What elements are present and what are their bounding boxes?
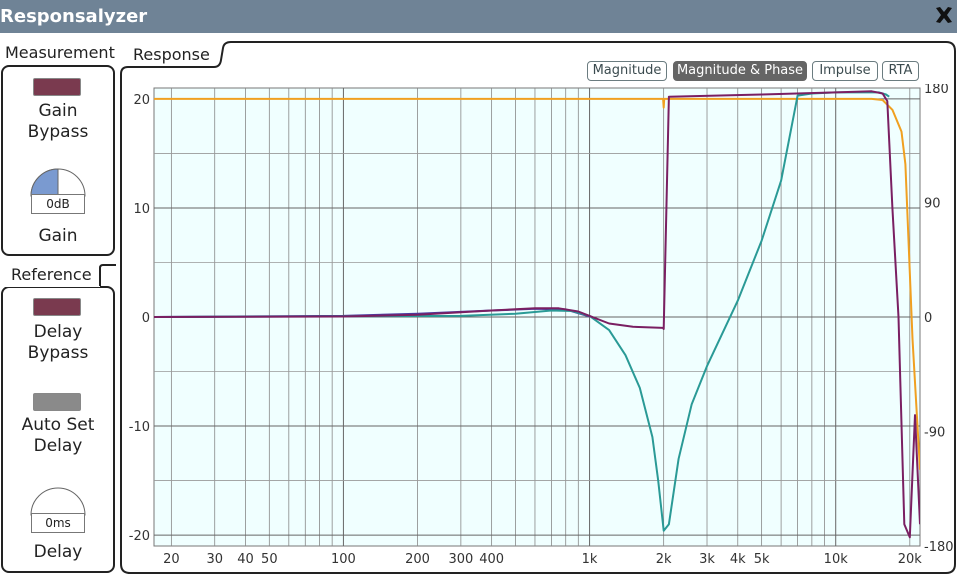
auto-set-delay-label: Auto Set Delay [2, 415, 114, 457]
close-icon[interactable] [933, 4, 955, 26]
x-tick-label: 20k [898, 552, 923, 567]
delay-bypass-toggle[interactable] [33, 298, 81, 316]
x-tick-label: 10k [824, 552, 849, 567]
delay-label: Delay [33, 542, 83, 562]
tab-magnitude-phase[interactable]: Magnitude & Phase [673, 61, 807, 81]
y-tick-label-left: 20 [133, 93, 150, 108]
gain-bypass-label-line1: Gain [38, 101, 78, 121]
delay-bypass-label-line2: Bypass [27, 343, 89, 363]
x-tick-label: 3k [699, 552, 715, 567]
reference-legend: Reference [9, 265, 94, 284]
y-tick-label-left: 0 [142, 311, 150, 326]
gain-bypass-label-line2: Bypass [27, 122, 89, 142]
x-tick-label: 2k [656, 552, 672, 567]
x-tick-label: 100 [331, 552, 356, 567]
x-tick-label: 50 [261, 552, 278, 567]
x-tick-label: 1k [582, 552, 598, 567]
gain-bypass-toggle[interactable] [33, 78, 81, 96]
tab-impulse[interactable]: Impulse [812, 61, 878, 81]
y-tick-label-right: 180 [924, 84, 949, 97]
response-legend: Response [133, 45, 210, 64]
x-tick-label: 300 [448, 552, 473, 567]
y-tick-label-left: -10 [129, 420, 150, 435]
x-tick-label: 5k [754, 552, 770, 567]
response-chart[interactable]: 20100-10-20180900-90-18020 30 40 50 100 200 30… [124, 84, 955, 574]
gain-label: Gain [38, 226, 78, 246]
x-tick-label: 4k [730, 552, 746, 567]
tab-rta[interactable]: RTA [882, 61, 919, 81]
x-tick-label: 400 [479, 552, 504, 567]
title-bar: Responsalyzer [0, 0, 957, 33]
delay-knob[interactable]: 0ms [30, 486, 86, 536]
y-tick-label-left: -20 [129, 529, 150, 544]
tab-magnitude[interactable]: Magnitude [587, 61, 667, 81]
auto-set-delay-toggle[interactable] [33, 393, 81, 411]
gain-value: 0dB [31, 194, 85, 214]
delay-bypass-label-line1: Delay [33, 322, 83, 342]
auto-set-delay-label-line2: Delay [33, 436, 83, 456]
measurement-legend: Measurement [3, 43, 117, 62]
delay-bypass-label: Delay Bypass [2, 322, 114, 364]
window-title: Responsalyzer [0, 6, 148, 27]
auto-set-delay-label-line1: Auto Set [21, 415, 95, 435]
y-tick-label-right: -180 [924, 540, 954, 555]
gain-knob[interactable]: 0dB [30, 167, 86, 217]
y-tick-label-right: -90 [924, 426, 945, 441]
x-tick-label: 200 [405, 552, 430, 567]
y-tick-label-right: 0 [924, 311, 932, 326]
y-tick-label-left: 10 [133, 202, 150, 217]
delay-value: 0ms [31, 513, 85, 533]
gain-bypass-label: Gain Bypass [2, 101, 114, 143]
x-tick-label: 40 [237, 552, 254, 567]
x-tick-label: 30 [206, 552, 223, 567]
y-tick-label-right: 90 [924, 197, 941, 212]
delay-knob-dial [30, 487, 86, 516]
gain-knob-dial [30, 168, 86, 197]
x-tick-label: 20 [163, 552, 180, 567]
